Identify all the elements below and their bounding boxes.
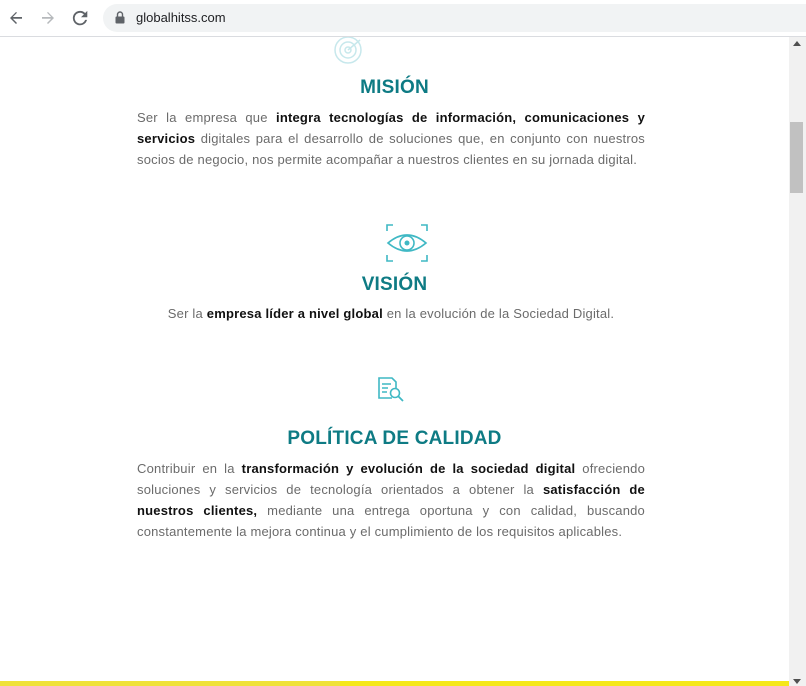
calidad-text-1: Contribuir en la — [137, 461, 242, 476]
footer-accent-bar-left — [0, 681, 340, 686]
page-content: MISIÓN Ser la empresa que integra tecnol… — [0, 37, 789, 686]
back-button[interactable] — [4, 6, 28, 30]
browser-toolbar: globalhitss.com — [0, 0, 806, 37]
mision-text-2: digitales para el desarrollo de solucion… — [137, 131, 645, 167]
calidad-text: Contribuir en la transformación y evoluc… — [137, 458, 645, 542]
vision-text-bold: empresa líder a nivel global — [206, 306, 383, 321]
document-search-icon — [378, 377, 404, 402]
vision-title: VISIÓN — [361, 274, 428, 295]
vision-text-1: Ser la — [167, 306, 207, 321]
scrollbar-thumb[interactable] — [790, 122, 803, 193]
url-text: globalhitss.com — [136, 10, 226, 25]
address-bar[interactable]: globalhitss.com — [103, 4, 806, 32]
calidad-text-bold-1: transformación y evolución de la socieda… — [241, 461, 576, 476]
vision-text-2: en la evolución de la Sociedad Digital. — [382, 306, 615, 321]
scroll-up-arrow-icon[interactable] — [793, 41, 801, 46]
mision-title: MISIÓN — [360, 77, 429, 98]
calidad-title: POLÍTICA DE CALIDAD — [287, 428, 502, 449]
eye-target-icon — [386, 224, 428, 262]
mision-text: Ser la empresa que integra tecnologías d… — [137, 107, 645, 170]
vertical-scrollbar[interactable] — [789, 37, 806, 686]
forward-button[interactable] — [36, 6, 60, 30]
reload-icon — [72, 10, 88, 26]
mision-text-1: Ser la empresa que — [137, 110, 277, 125]
target-icon — [334, 37, 362, 64]
back-arrow-icon — [10, 12, 22, 24]
scroll-down-arrow-icon[interactable] — [793, 679, 801, 684]
lock-icon — [115, 11, 125, 24]
forward-arrow-icon — [42, 12, 54, 24]
reload-button[interactable] — [68, 6, 92, 30]
vision-text: Ser la empresa líder a nivel global en l… — [137, 303, 645, 324]
